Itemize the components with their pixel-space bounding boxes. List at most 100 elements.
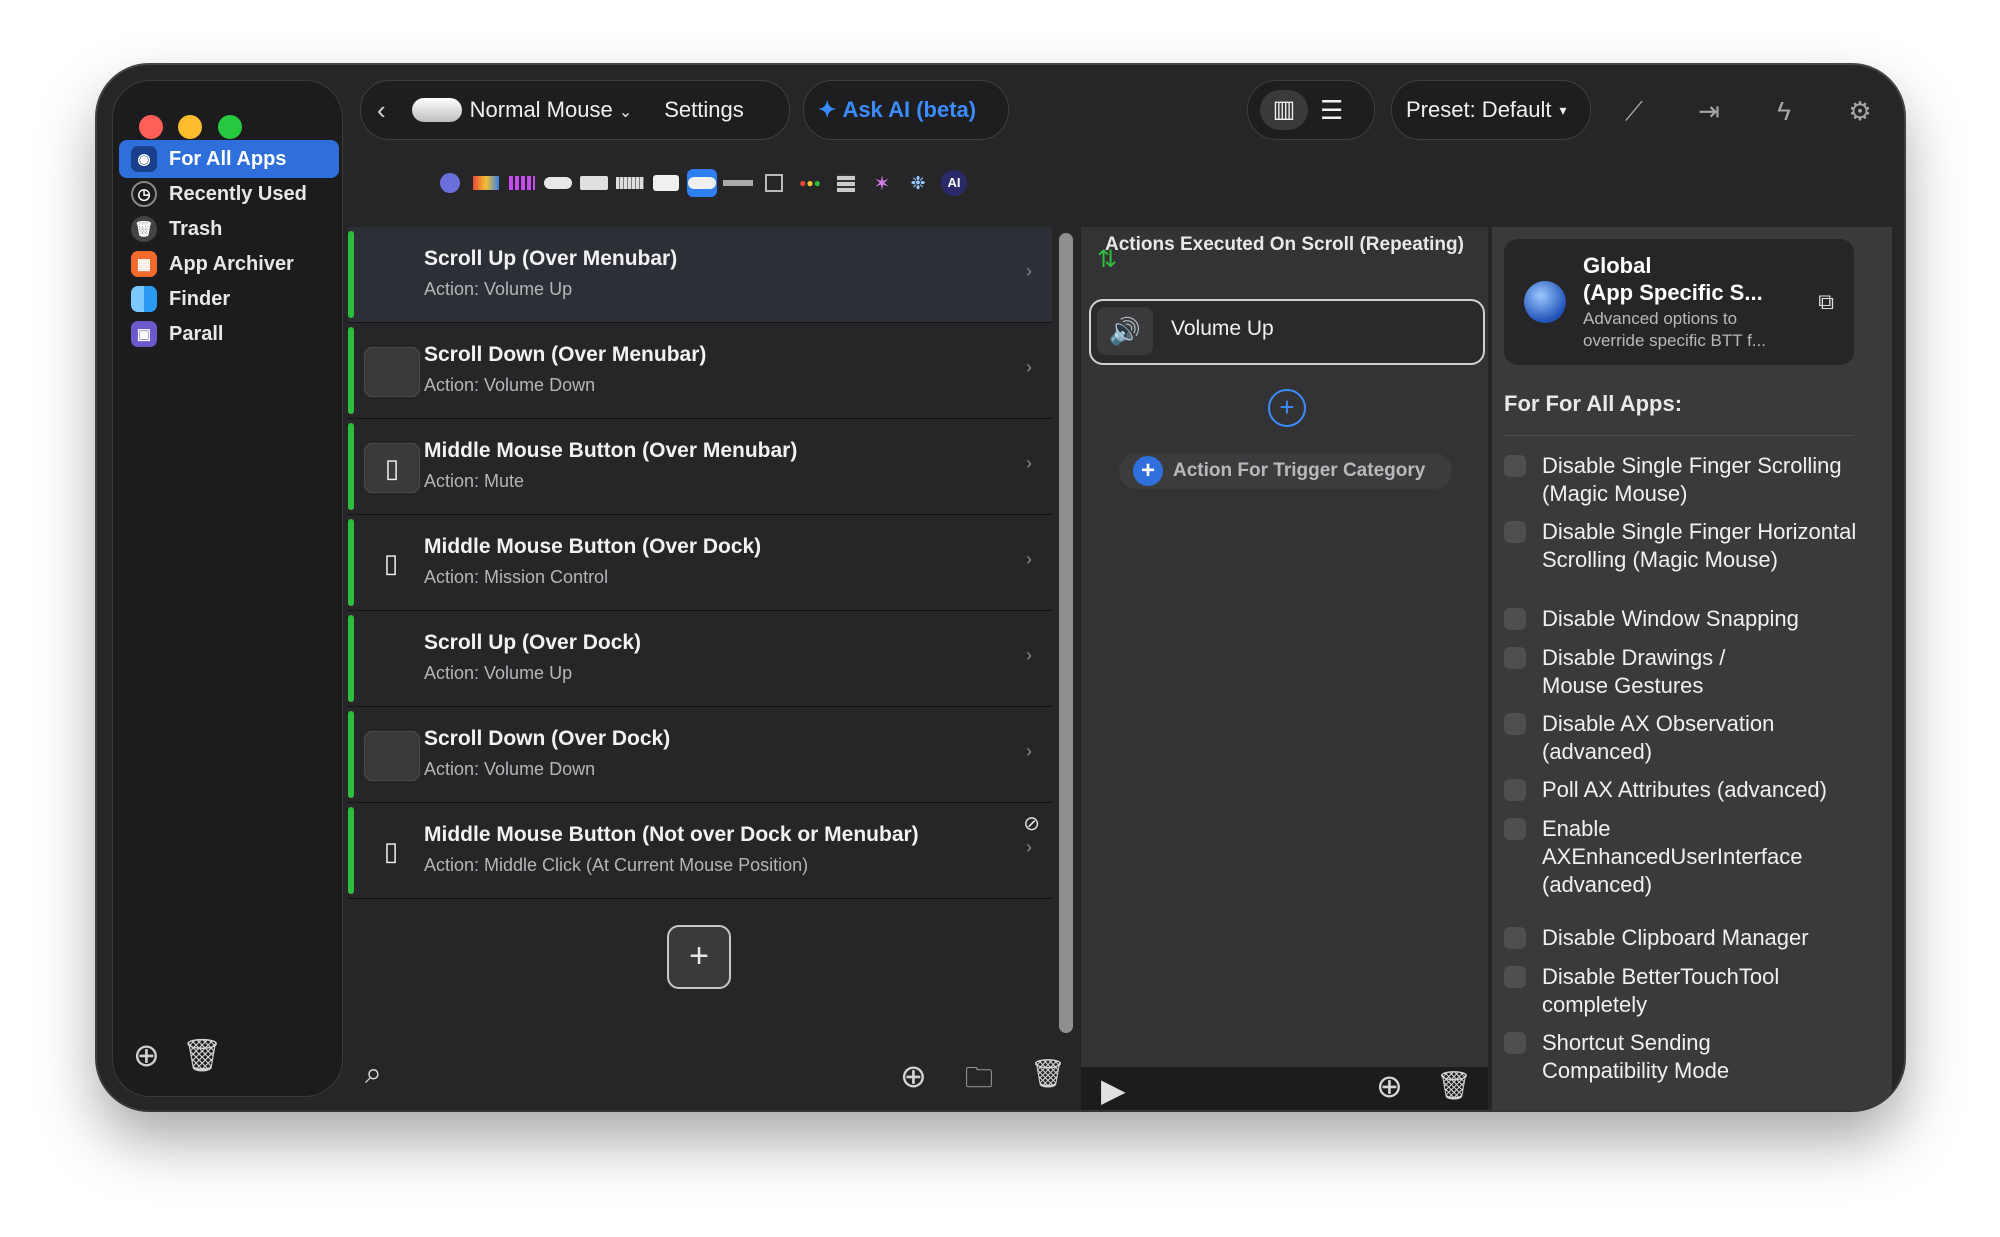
device-selector[interactable]: Normal Mouse ⌄: [470, 97, 633, 123]
delete-trigger-button[interactable]: 🗑: [1030, 1057, 1066, 1090]
delete-action-button[interactable]: 🗑: [1436, 1069, 1472, 1102]
option-checkbox-row[interactable]: Shortcut Sending Compatibility Mode: [1504, 1029, 1874, 1085]
device-magic-mouse-icon[interactable]: [543, 169, 573, 197]
sidebar-item-recently-used[interactable]: ◷ Recently Used: [119, 175, 339, 213]
gear-icon[interactable]: ⚙: [1842, 93, 1878, 129]
option-checkbox-row[interactable]: Disable Single Finger Scrolling (Magic M…: [1504, 452, 1874, 508]
device-touchbar-strip-icon[interactable]: [723, 169, 753, 197]
trigger-row[interactable]: Scroll Down (Over Menubar) Action: Volum…: [348, 323, 1052, 419]
copy-icon[interactable]: ⧉: [1818, 289, 1834, 315]
checkbox[interactable]: [1504, 455, 1526, 477]
device-strip: ● ● ● ✶ ❉ AI: [435, 167, 969, 199]
preset-label: Preset: Default: [1406, 97, 1552, 122]
trigger-list-scrollbar[interactable]: [1059, 233, 1073, 1033]
device-trackpad-icon[interactable]: [579, 169, 609, 197]
trigger-row[interactable]: ▯ Middle Mouse Button (Over Menubar) Act…: [348, 419, 1052, 515]
device-keyboard-icon[interactable]: [615, 169, 645, 197]
add-trigger-small-button[interactable]: ⊕: [900, 1057, 927, 1095]
trigger-row[interactable]: ▯ Middle Mouse Button (Over Dock) Action…: [348, 515, 1052, 611]
close-window-button[interactable]: [139, 115, 163, 139]
trigger-row[interactable]: Scroll Up (Over Dock) Action: Volume Up …: [348, 611, 1052, 707]
sidebar-item-for-all-apps[interactable]: ◉ For All Apps: [119, 140, 339, 178]
checkbox[interactable]: [1504, 521, 1526, 543]
trigger-action: Action: Volume Up: [424, 279, 573, 299]
checkbox[interactable]: [1504, 647, 1526, 669]
mouse-icon: ▯: [364, 443, 420, 493]
search-icon[interactable]: ⌕: [365, 1057, 382, 1091]
device-drawing-icon[interactable]: [759, 169, 789, 197]
sidebar-item-app-archiver[interactable]: ▦ App Archiver: [119, 245, 339, 283]
add-app-button[interactable]: ⊕: [133, 1036, 160, 1074]
sidebar-item-label: For All Apps: [169, 147, 287, 170]
clock-icon: ◷: [131, 181, 157, 207]
checkbox[interactable]: [1504, 1032, 1526, 1054]
option-checkbox-row[interactable]: Disable Window Snapping: [1504, 605, 1874, 633]
device-label: Normal Mouse: [469, 97, 613, 122]
checkbox[interactable]: [1504, 713, 1526, 735]
global-card[interactable]: Global (App Specific S... Advanced optio…: [1504, 239, 1854, 365]
device-touchbar-icon[interactable]: [471, 169, 501, 197]
trigger-row[interactable]: Scroll Up (Over Menubar) Action: Volume …: [348, 227, 1052, 323]
action-card[interactable]: 🔊 Volume Up: [1089, 299, 1485, 365]
minimize-window-button[interactable]: [178, 115, 202, 139]
lightning-icon[interactable]: ϟ: [1766, 93, 1802, 129]
hidden-eye-icon[interactable]: ⊘: [1023, 811, 1040, 836]
device-streamdeck-icon[interactable]: [831, 169, 861, 197]
checkbox[interactable]: [1504, 927, 1526, 949]
device-automations-icon[interactable]: ❉: [903, 169, 933, 197]
checkbox[interactable]: [1504, 966, 1526, 988]
blank-box-icon: [364, 347, 420, 397]
play-icon[interactable]: ▶: [1101, 1071, 1126, 1109]
device-normal-mouse-icon[interactable]: [687, 169, 717, 197]
global-title: Global: [1583, 253, 1652, 278]
enabled-indicator: [348, 807, 354, 894]
option-checkbox-row[interactable]: Disable Clipboard Manager: [1504, 924, 1874, 952]
settings-button[interactable]: Settings: [664, 97, 744, 123]
zoom-window-button[interactable]: [218, 115, 242, 139]
option-checkbox-row[interactable]: Disable Single Finger Horizontal Scrolli…: [1504, 518, 1874, 574]
sidebar-item-finder[interactable]: Finder: [119, 280, 339, 318]
preset-selector[interactable]: Preset: Default ▾: [1391, 80, 1591, 140]
option-checkbox-row[interactable]: Poll AX Attributes (advanced): [1504, 776, 1874, 804]
checkbox[interactable]: [1504, 779, 1526, 801]
trigger-title: Scroll Down (Over Menubar): [424, 343, 707, 366]
list-view-icon[interactable]: ☰: [1320, 95, 1343, 126]
add-action-button[interactable]: +: [1268, 389, 1306, 427]
actions-panel: ⇅ Actions Executed On Scroll (Repeating)…: [1081, 227, 1488, 1067]
option-checkbox-row[interactable]: Disable BetterTouchTool completely: [1504, 963, 1874, 1019]
action-for-trigger-category-button[interactable]: + Action For Trigger Category: [1119, 453, 1452, 489]
global-desc: Advanced options to: [1583, 309, 1738, 328]
add-action-small-button[interactable]: ⊕: [1376, 1067, 1403, 1105]
actions-header: Actions Executed On Scroll (Repeating): [1105, 234, 1464, 255]
device-siri-remote-icon[interactable]: ✶: [867, 169, 897, 197]
add-trigger-button[interactable]: +: [667, 925, 731, 989]
sidebar-item-label: Parall: [169, 322, 224, 345]
option-checkbox-row[interactable]: Enable AXEnhancedUserInterface (advanced…: [1504, 815, 1874, 899]
columns-view-icon[interactable]: ▥: [1260, 90, 1308, 130]
chart-icon[interactable]: ⟋: [1616, 93, 1652, 129]
device-all-icon[interactable]: [435, 169, 465, 197]
ask-ai-button[interactable]: ✦ Ask AI (beta): [803, 80, 1009, 140]
ask-ai-label: Ask AI (beta): [842, 97, 977, 122]
checkbox[interactable]: [1504, 608, 1526, 630]
device-keyboard-rgb-icon[interactable]: [507, 169, 537, 197]
trigger-row[interactable]: Scroll Down (Over Dock) Action: Volume D…: [348, 707, 1052, 803]
checkbox[interactable]: [1504, 818, 1526, 840]
back-button[interactable]: ‹: [377, 95, 386, 126]
device-ai-icon[interactable]: AI: [939, 169, 969, 197]
chevron-right-icon: ›: [1026, 453, 1032, 473]
chevron-right-icon: ›: [1026, 741, 1032, 761]
new-folder-icon[interactable]: 🗀: [965, 1057, 993, 1105]
trigger-row[interactable]: ▯ Middle Mouse Button (Not over Dock or …: [348, 803, 1052, 899]
device-other-triggers-icon[interactable]: ● ● ●: [795, 169, 825, 197]
option-checkbox-row[interactable]: Disable AX Observation (advanced): [1504, 710, 1874, 766]
device-remote-icon[interactable]: [651, 169, 681, 197]
export-icon[interactable]: ⇥: [1691, 93, 1727, 129]
option-checkbox-row[interactable]: Disable Drawings / Mouse Gestures: [1504, 644, 1874, 700]
option-label: Disable Drawings / Mouse Gestures: [1542, 645, 1726, 698]
sidebar-item-parall[interactable]: ▣ Parall: [119, 315, 339, 353]
sidebar-item-trash[interactable]: 🗑 Trash: [119, 210, 339, 248]
delete-app-button[interactable]: 🗑: [182, 1036, 223, 1074]
trigger-title: Scroll Down (Over Dock): [424, 727, 671, 750]
global-desc: override specific BTT f...: [1583, 331, 1766, 350]
